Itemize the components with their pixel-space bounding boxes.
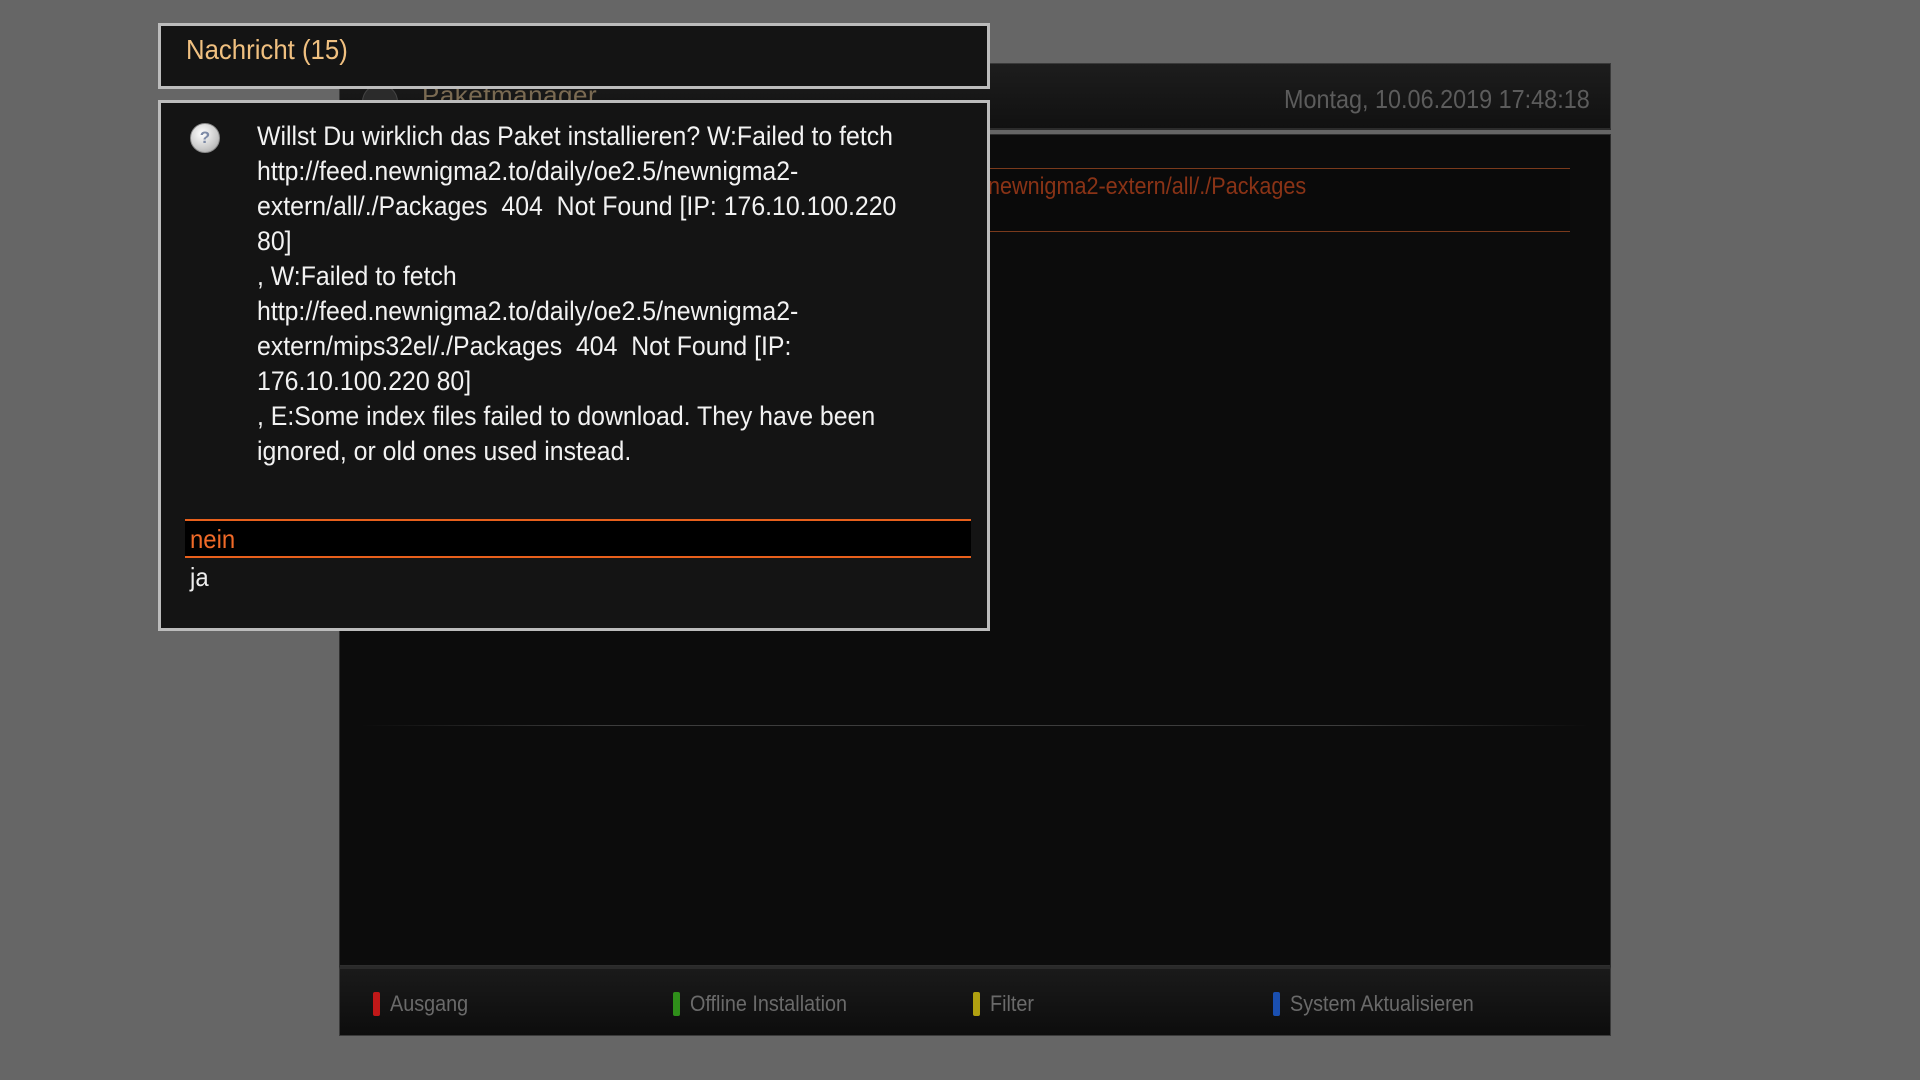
datetime-display: Montag, 10.06.2019 17:48:18 bbox=[1284, 84, 1590, 114]
message-line: http://feed.newnigma2.to/daily/oe2.5/new… bbox=[257, 296, 799, 326]
dialog-title: Nachricht (15) bbox=[186, 34, 348, 65]
green-button-label: Offline Installation bbox=[690, 991, 848, 1016]
divider bbox=[360, 725, 1590, 726]
red-button-exit[interactable]: Ausgang bbox=[373, 989, 477, 1019]
green-key-icon bbox=[673, 992, 680, 1016]
choice-no[interactable]: nein bbox=[185, 519, 971, 558]
green-button-offline-install[interactable]: Offline Installation bbox=[673, 989, 864, 1019]
yellow-key-icon bbox=[973, 992, 980, 1016]
message-line: 176.10.100.220 80] bbox=[257, 366, 472, 396]
message-line: extern/mips32el/./Packages 404 Not Found… bbox=[257, 331, 792, 361]
blue-button-label: System Aktualisieren bbox=[1290, 991, 1474, 1016]
yellow-button-filter[interactable]: Filter bbox=[973, 989, 1039, 1019]
color-button-bar: Ausgang Offline Installation Filter Syst… bbox=[339, 966, 1611, 1036]
message-line: , W:Failed to fetch bbox=[257, 261, 457, 291]
dialog-message: Willst Du wirklich das Paket installiere… bbox=[257, 119, 977, 469]
message-dialog: ? Willst Du wirklich das Paket installie… bbox=[158, 100, 990, 631]
question-icon: ? bbox=[190, 123, 220, 153]
red-button-label: Ausgang bbox=[390, 991, 469, 1016]
choice-no-label: nein bbox=[190, 524, 236, 554]
message-line: 80] bbox=[257, 226, 292, 256]
message-line: Willst Du wirklich das Paket installiere… bbox=[257, 121, 893, 151]
message-line: extern/all/./Packages 404 Not Found [IP:… bbox=[257, 191, 897, 221]
message-line: ignored, or old ones used instead. bbox=[257, 436, 632, 466]
blue-key-icon bbox=[1273, 992, 1280, 1016]
choice-yes[interactable]: ja bbox=[185, 559, 971, 598]
yellow-button-label: Filter bbox=[990, 991, 1035, 1016]
blue-button-system-update[interactable]: System Aktualisieren bbox=[1273, 989, 1494, 1019]
choice-list: nein ja bbox=[185, 519, 971, 598]
red-key-icon bbox=[373, 992, 380, 1016]
dialog-titlebar: Nachricht (15) bbox=[158, 23, 990, 89]
message-line: , E:Some index files failed to download.… bbox=[257, 401, 876, 431]
choice-yes-label: ja bbox=[190, 562, 209, 592]
list-item-label: newnigma2-extern/all/./Packages bbox=[988, 173, 1307, 200]
message-line: http://feed.newnigma2.to/daily/oe2.5/new… bbox=[257, 156, 799, 186]
